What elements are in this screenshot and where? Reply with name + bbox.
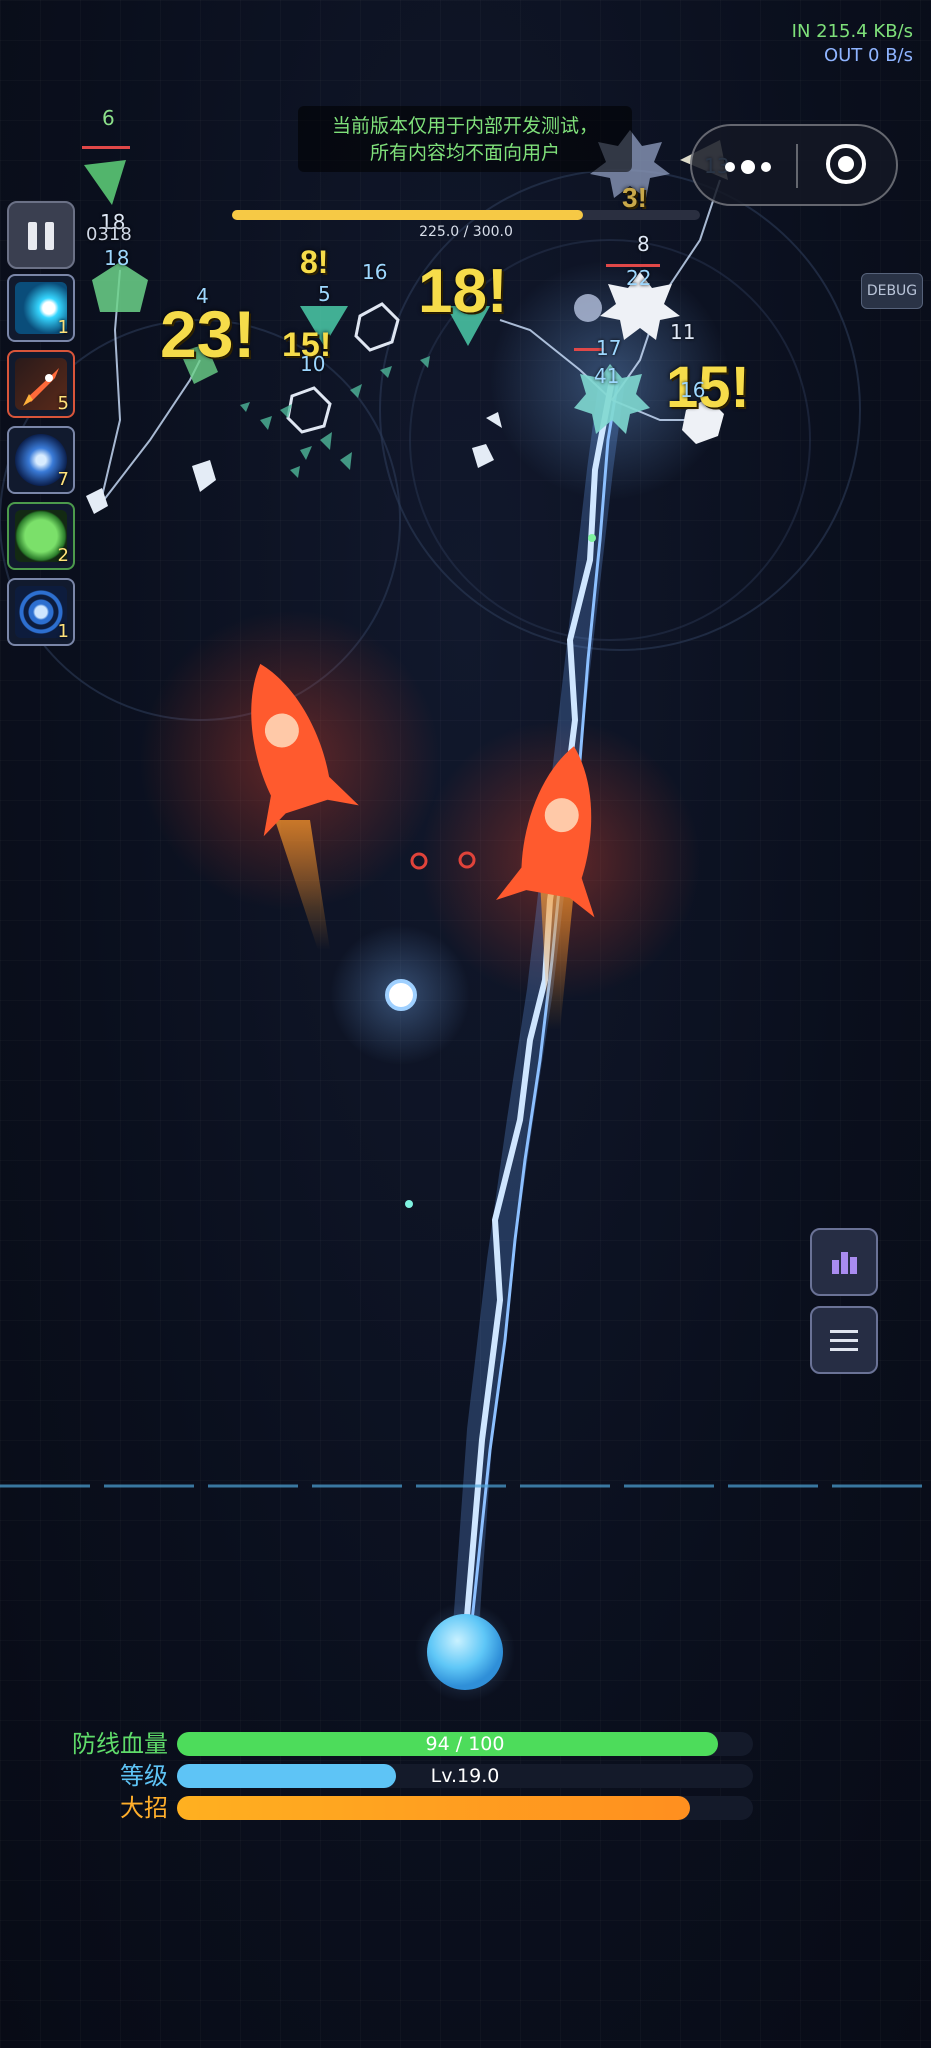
stats-button[interactable] [810, 1228, 878, 1296]
enemy-hp-label: 18 [104, 246, 130, 270]
hp-value: 94 / 100 [425, 1733, 505, 1755]
skill-count: 5 [57, 393, 69, 414]
enemy-hp-label: 6 [102, 106, 115, 130]
energy-orb [385, 979, 417, 1011]
level-bar: Lv.19.0 [177, 1764, 753, 1788]
skill-slot-rocket[interactable]: 5 [7, 350, 75, 418]
ultimate-label: 大招 [120, 1794, 168, 1822]
damage-number: 15! [666, 355, 750, 420]
skill-count: 2 [57, 545, 69, 566]
ultimate-bar-fill [177, 1796, 690, 1820]
skill-count: 7 [57, 469, 69, 490]
dev-notice-line: 所有内容均不面向用户 [369, 142, 560, 164]
debris [240, 356, 430, 478]
wave-progress-fill [232, 210, 583, 220]
enemy-hp-label: 4 [196, 284, 209, 308]
hamburger-menu-icon [830, 1330, 858, 1351]
enemy-triangle [84, 160, 126, 205]
ultimate-row: 大招 [0, 1794, 931, 1822]
enemy-circle [574, 294, 602, 322]
enemy-hp-label: 0318 [86, 224, 132, 245]
enemy-hp-tick [82, 146, 130, 149]
dev-notice-line: 当前版本仅用于内部开发测试， [331, 115, 598, 137]
dev-notice: 当前版本仅用于内部开发测试， 所有内容均不面向用户 [298, 106, 632, 172]
pause-button[interactable] [7, 201, 75, 269]
enemy-hp-label: 22 [626, 266, 652, 290]
network-out: OUT 0 B/s [823, 45, 913, 66]
spark [588, 534, 596, 542]
network-in: IN 215.4 KB/s [791, 21, 913, 42]
hp-row: 防线血量 94 / 100 [0, 1730, 931, 1758]
enemy-hp-label: 16 [680, 378, 706, 402]
skill-slot-poison[interactable]: 2 [7, 502, 75, 570]
enemy-hp-label: 17 [596, 336, 622, 360]
lightning-beam [452, 378, 625, 1641]
level-value: Lv.19.0 [430, 1765, 500, 1787]
enemy-hexagon [286, 386, 332, 434]
damage-number: 18! [418, 257, 508, 326]
bar-chart-icon [832, 1252, 857, 1274]
wave-progress-bar [232, 210, 700, 220]
level-label: 等级 [120, 1762, 168, 1790]
ultimate-bar [177, 1796, 753, 1820]
player-cannon[interactable] [427, 1614, 503, 1690]
enemy-hp-label: 16 [362, 260, 388, 284]
close-target-icon[interactable] [826, 144, 866, 184]
wave-progress-text: 225.0 / 300.0 [419, 224, 513, 240]
hp-bar: 94 / 100 [177, 1732, 753, 1756]
spark [405, 1200, 413, 1208]
miniprogram-capsule [690, 124, 898, 206]
skill-count: 1 [57, 317, 69, 338]
level-row: 等级 Lv.19.0 [0, 1762, 931, 1790]
skill-slot-lightning[interactable]: 7 [7, 426, 75, 494]
damage-number: 8! [300, 244, 329, 280]
enemy-hp-label: 11 [670, 320, 696, 344]
skill-count: 1 [57, 621, 69, 642]
hp-label: 防线血量 [72, 1730, 168, 1758]
more-menu-icon[interactable] [722, 150, 802, 184]
skill-slot-shockwave[interactable]: 1 [7, 578, 75, 646]
network-stats: IN 215.4 KB/s OUT 0 B/s [792, 20, 913, 68]
enemy-hp-label: 5 [318, 282, 331, 306]
enemy-hp-label: 41 [594, 364, 620, 388]
debug-button[interactable]: DEBUG [861, 273, 923, 309]
enemy-hp-label: 10 [300, 352, 326, 376]
skill-slot-comet[interactable]: 1 [7, 274, 75, 342]
capsule-divider [796, 144, 798, 188]
enemy-hexagon [354, 302, 400, 352]
menu-button[interactable] [810, 1306, 878, 1374]
debris [86, 412, 502, 514]
